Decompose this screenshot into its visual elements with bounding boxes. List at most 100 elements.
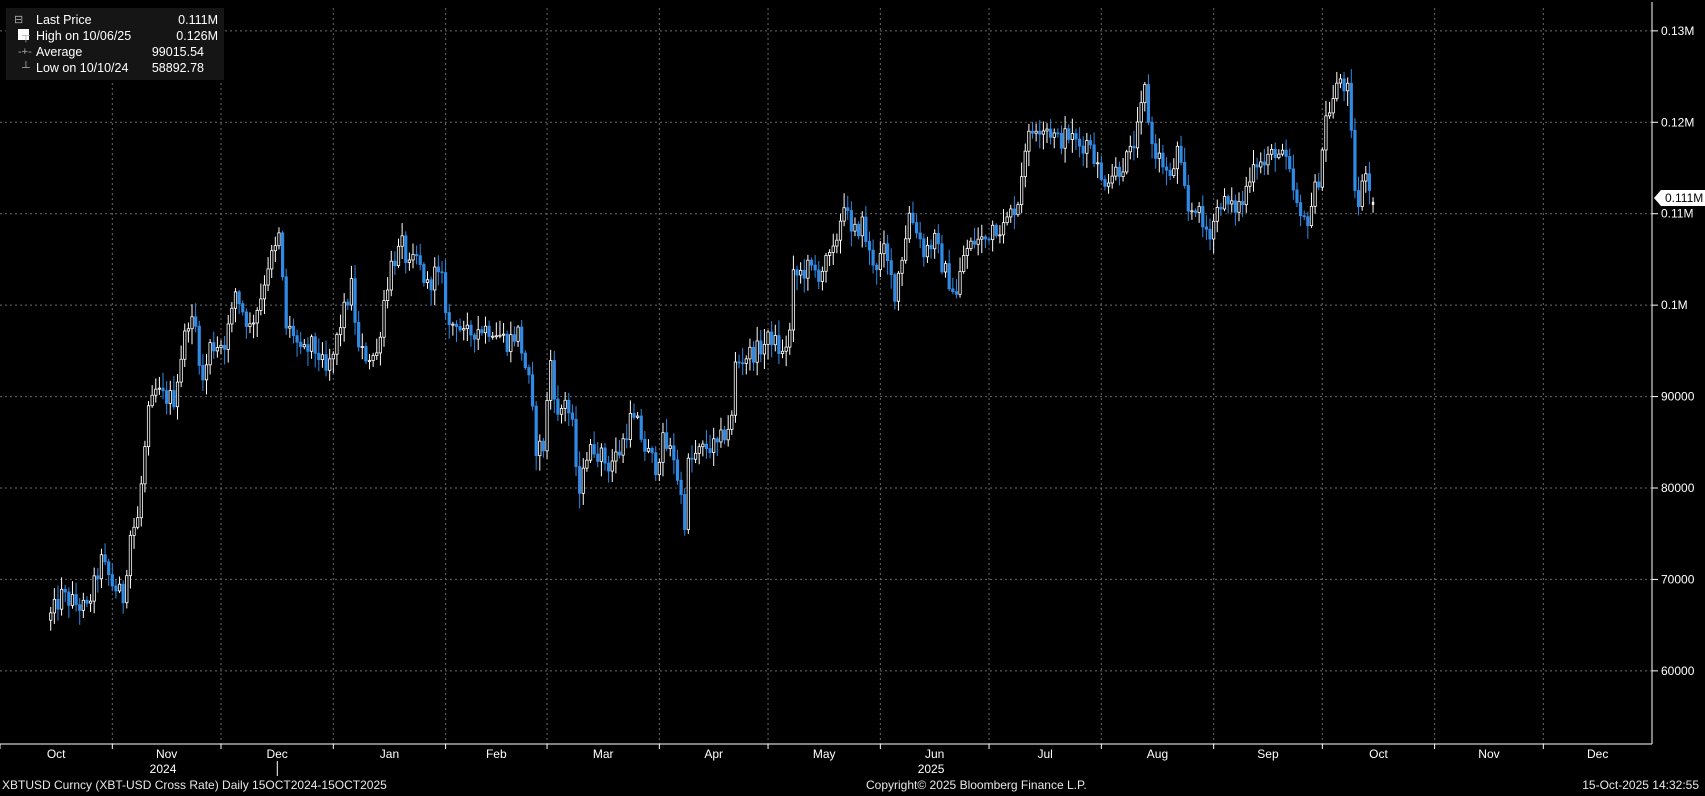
candle-body <box>708 448 712 453</box>
candle-body <box>1117 166 1122 177</box>
candle-body <box>1157 152 1161 159</box>
candle-body <box>512 334 517 342</box>
candle-body <box>1204 226 1208 230</box>
candle-body <box>1070 133 1074 140</box>
candle-body <box>1335 82 1339 99</box>
candle-body <box>607 462 611 472</box>
candle-body <box>766 331 770 345</box>
candle-body <box>1049 128 1053 138</box>
candle-body <box>1248 181 1252 187</box>
candle-body <box>110 574 114 587</box>
candle-body <box>885 243 890 262</box>
candle-body <box>1110 175 1114 184</box>
candle-body <box>219 344 223 349</box>
candle-body <box>813 264 817 271</box>
candle-body <box>1208 228 1212 240</box>
candle-body <box>777 335 781 354</box>
candle-body <box>759 340 763 355</box>
candle-body <box>411 254 415 261</box>
candle-body <box>280 232 285 278</box>
candle-body <box>266 268 270 286</box>
candle-body <box>201 364 205 381</box>
candle-body <box>799 269 803 276</box>
candle-body <box>1143 84 1147 104</box>
candle-body <box>1183 162 1187 186</box>
candle-body <box>338 327 343 335</box>
candle-body <box>509 334 513 352</box>
candle-body <box>918 232 922 240</box>
candle-body <box>1027 130 1031 152</box>
candle-body <box>1132 145 1136 149</box>
candle-body <box>1085 140 1089 154</box>
candle-body <box>309 336 314 352</box>
candle-body <box>179 358 183 383</box>
x-tick-label: Nov <box>1478 747 1499 761</box>
chart-grid <box>0 8 1652 744</box>
legend-high-label: High on 10/06/25 <box>36 29 132 43</box>
candle-body <box>1280 149 1285 155</box>
candle-body <box>878 253 882 270</box>
candle-body <box>516 326 520 342</box>
candle-body <box>139 483 143 519</box>
candle-body <box>476 329 480 340</box>
candle-body <box>581 467 585 494</box>
candle-body <box>817 269 821 282</box>
candle-body <box>882 243 886 255</box>
candle-body <box>472 334 477 340</box>
candle-body <box>904 238 908 261</box>
year-label: 2024 <box>150 762 177 776</box>
candle-body <box>1346 82 1350 92</box>
candle-body <box>154 388 158 396</box>
candle-body <box>436 266 440 273</box>
candle-body <box>1106 182 1111 187</box>
candle-body <box>1201 206 1205 228</box>
candle-body <box>712 438 716 453</box>
candle-body <box>1291 168 1295 191</box>
candle-body <box>969 240 973 249</box>
candle-body <box>1349 82 1353 131</box>
candle-body <box>585 459 589 469</box>
candle-body <box>150 394 154 407</box>
candle-body <box>1041 130 1045 135</box>
candle-body <box>1356 190 1361 207</box>
candle-body <box>1128 145 1132 153</box>
candle-body <box>422 264 426 283</box>
candle-body <box>349 278 354 306</box>
candle-body <box>237 291 241 305</box>
candle-body <box>733 361 738 416</box>
legend-row-average: -+- Average 99015.54 <box>6 44 224 60</box>
candle-body <box>342 301 346 329</box>
candle-body <box>498 334 502 337</box>
candle-body <box>1306 216 1310 226</box>
candle-body <box>715 438 719 443</box>
candle-body <box>1103 179 1107 187</box>
candle-body <box>1074 133 1078 140</box>
candle-body <box>273 245 277 252</box>
candle-body <box>190 316 194 330</box>
candle-body <box>1262 161 1266 166</box>
candle-body <box>1179 145 1183 163</box>
candle-body <box>96 575 100 580</box>
candle-body <box>313 336 317 354</box>
candle-body <box>121 583 125 604</box>
x-tick-label: Apr <box>704 747 723 761</box>
chart-axes: 60000 70000 80000 90000 0.1M 0.11M 0.12M 0.13M O… <box>0 2 1695 776</box>
candle-body <box>1233 200 1237 213</box>
candle-body <box>563 399 567 409</box>
candle-body <box>1096 162 1100 165</box>
candle-body <box>795 269 799 276</box>
candle-body <box>244 311 248 327</box>
candle-body <box>226 323 230 350</box>
candle-body <box>1342 78 1346 92</box>
candle-body <box>893 274 897 302</box>
candle-body <box>367 360 372 362</box>
candle-body <box>78 604 82 611</box>
candle-body <box>277 232 281 247</box>
candle-body <box>418 255 422 265</box>
candle-body <box>976 238 980 245</box>
x-tick-label: Aug <box>1147 747 1168 761</box>
candle-body <box>1197 206 1201 213</box>
candle-body <box>1226 196 1230 205</box>
candle-body <box>744 358 748 364</box>
candle-body <box>1150 121 1154 145</box>
